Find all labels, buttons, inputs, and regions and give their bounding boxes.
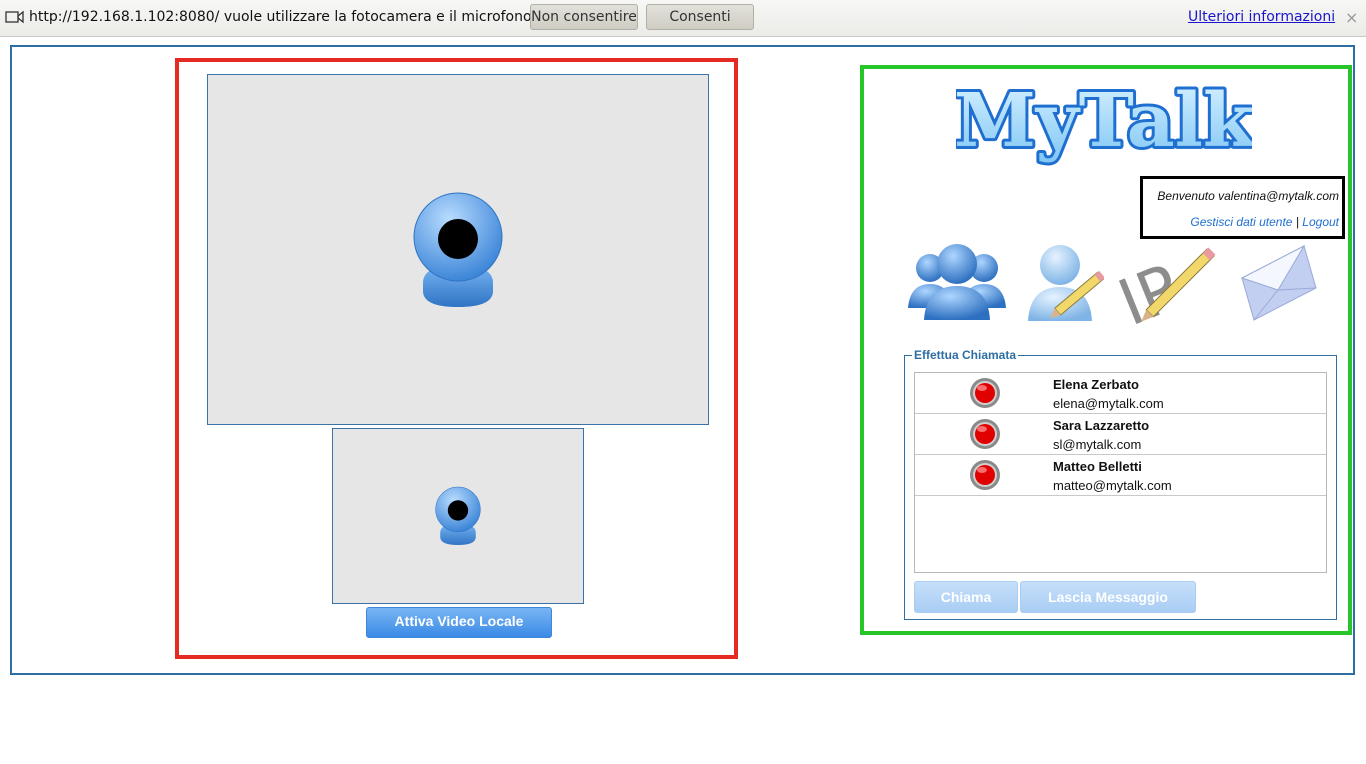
call-legend: Effettua Chiamata xyxy=(912,348,1019,362)
status-offline-icon xyxy=(970,378,1000,408)
status-offline-icon xyxy=(970,460,1000,490)
contacts-list: Elena Zerbato elena@mytalk.com Sara Lazz… xyxy=(914,372,1327,573)
webcam-icon-small xyxy=(435,486,481,545)
contact-row[interactable]: Elena Zerbato elena@mytalk.com xyxy=(915,373,1326,414)
contact-name: Matteo Belletti xyxy=(1053,459,1142,474)
contacts-icon[interactable] xyxy=(906,242,1008,324)
logout-link[interactable]: Logout xyxy=(1302,215,1339,229)
contact-name: Elena Zerbato xyxy=(1053,377,1139,392)
call-button[interactable]: Chiama xyxy=(914,581,1018,613)
leave-message-button[interactable]: Lascia Messaggio xyxy=(1020,581,1196,613)
welcome-text: Benvenuto valentina@mytalk.com xyxy=(1157,189,1339,203)
svg-text:MyTalk: MyTalk xyxy=(956,78,1252,164)
deny-button[interactable]: Non consentire xyxy=(530,4,638,30)
ip-edit-icon[interactable]: IP xyxy=(1118,240,1224,326)
camera-icon xyxy=(5,10,24,24)
contact-email: matteo@mytalk.com xyxy=(1053,478,1172,493)
edit-user-icon[interactable] xyxy=(1026,243,1104,323)
more-info-link[interactable]: Ulteriori informazioni xyxy=(1188,9,1335,25)
webcam-icon xyxy=(413,192,503,307)
messages-icon[interactable] xyxy=(1240,244,1318,322)
user-links: Gestisci dati utente | Logout xyxy=(1190,215,1339,229)
permission-notification-bar: http://192.168.1.102:8080/ vuole utilizz… xyxy=(0,0,1366,37)
contact-email: sl@mytalk.com xyxy=(1053,437,1142,452)
contact-name: Sara Lazzaretto xyxy=(1053,418,1150,433)
status-offline-icon xyxy=(970,419,1000,449)
user-welcome-box: Benvenuto valentina@mytalk.com Gestisci … xyxy=(1140,176,1345,239)
contact-row[interactable]: Sara Lazzaretto sl@mytalk.com xyxy=(915,414,1326,455)
activate-local-video-button[interactable]: Attiva Video Locale xyxy=(366,607,552,638)
close-icon[interactable]: × xyxy=(1345,8,1358,27)
link-separator: | xyxy=(1295,215,1299,229)
permission-message: http://192.168.1.102:8080/ vuole utilizz… xyxy=(29,9,536,25)
mytalk-logo: MyTalk xyxy=(956,76,1252,167)
contact-email: elena@mytalk.com xyxy=(1053,396,1164,411)
manage-user-link[interactable]: Gestisci dati utente xyxy=(1190,215,1292,229)
contact-row[interactable]: Matteo Belletti matteo@mytalk.com xyxy=(915,455,1326,496)
allow-button[interactable]: Consenti xyxy=(646,4,754,30)
